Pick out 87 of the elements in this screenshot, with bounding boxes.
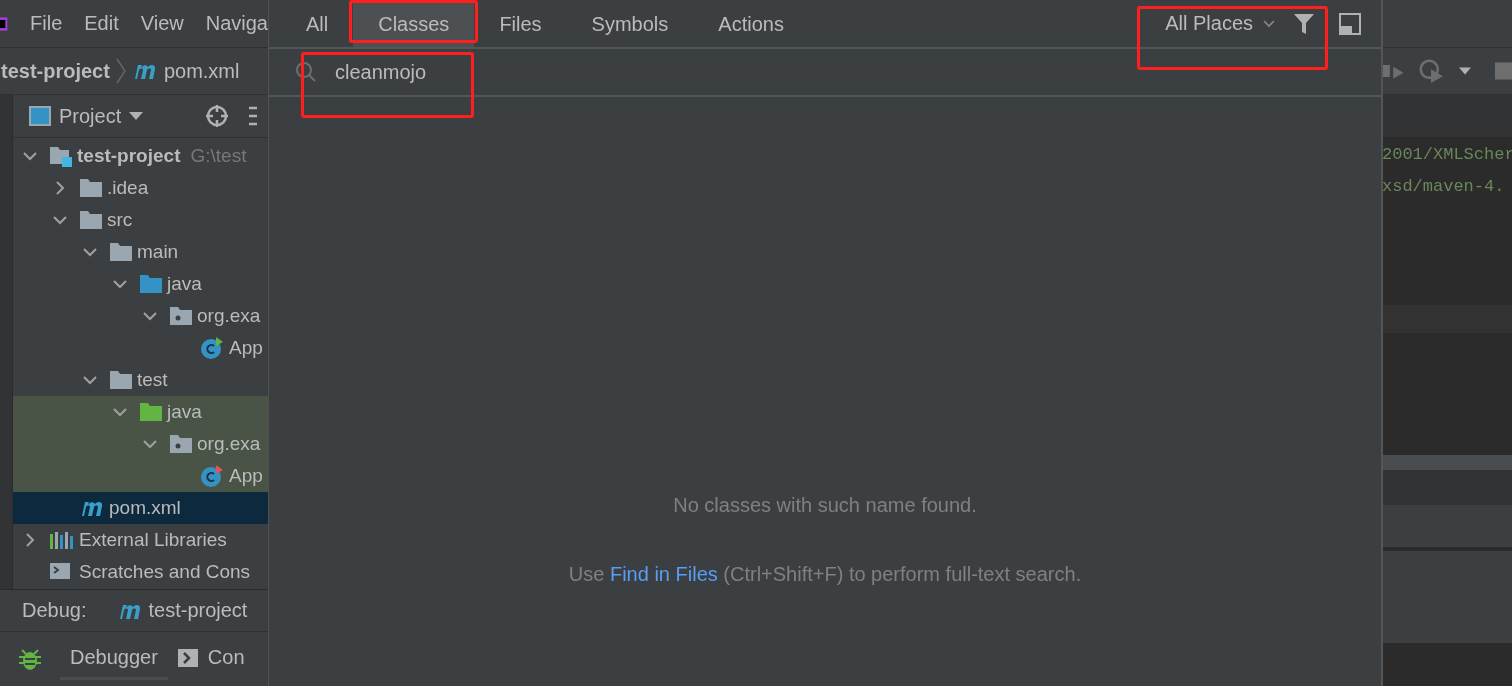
tree-row[interactable]: Scratches and Cons — [13, 556, 268, 588]
tree-item-label: main — [137, 241, 179, 263]
hint-text: Use Find in Files (Ctrl+Shift+F) to perform full-text search. — [568, 563, 1082, 586]
tree-row[interactable]: org.exa — [13, 300, 268, 332]
chevron-down-icon[interactable] — [143, 437, 157, 451]
folder-icon — [79, 178, 103, 198]
console-icon — [177, 648, 198, 667]
debug-label: Debug: — [22, 599, 87, 622]
tree-row[interactable]: java — [13, 268, 268, 300]
tree-item-label: java — [167, 273, 202, 295]
debug-tab[interactable]: Con — [167, 638, 255, 680]
chevron-right-icon — [115, 58, 126, 84]
module-icon — [49, 145, 73, 167]
chevron-down-icon[interactable] — [113, 405, 127, 419]
chevron-down-icon — [1263, 19, 1275, 28]
package-icon — [169, 306, 193, 326]
tree-row[interactable]: src — [13, 204, 268, 236]
tree-row[interactable]: App — [13, 460, 268, 492]
chevron-right-icon[interactable] — [53, 181, 67, 195]
preview-icon[interactable] — [1339, 12, 1361, 35]
tree-item-label: src — [107, 209, 133, 231]
collapse-icon[interactable] — [249, 105, 258, 127]
class-icon — [199, 336, 225, 360]
empty-message: No classes with such name found. — [673, 494, 977, 517]
caret-down-icon[interactable] — [129, 111, 144, 121]
tree-item-label: Scratches and Cons — [79, 561, 251, 583]
search-tab[interactable]: Files — [474, 2, 567, 47]
tree-item-label: org.exa — [197, 305, 261, 327]
tree-item-label: test-project — [77, 145, 181, 167]
window-icon — [29, 106, 51, 126]
panel-title[interactable]: Project — [59, 104, 122, 128]
scrollbar[interactable] — [1383, 455, 1512, 470]
folder-icon — [109, 370, 133, 390]
package-icon — [169, 434, 193, 454]
project-path: G:\test — [190, 145, 247, 167]
tree-item-label: test — [137, 369, 168, 391]
crosshair-icon[interactable] — [205, 104, 230, 128]
tree-row[interactable]: org.exa — [13, 428, 268, 460]
chevron-right-icon[interactable] — [23, 533, 37, 547]
tree-row[interactable]: test-project G:\test — [13, 140, 268, 172]
stop-icon[interactable] — [1494, 61, 1512, 81]
menu-item[interactable]: Edit — [84, 12, 119, 35]
search-icon — [295, 61, 317, 83]
chevron-down-icon[interactable] — [143, 309, 157, 323]
chevron-down-icon[interactable] — [23, 149, 37, 163]
folder-icon — [139, 274, 163, 294]
profile-run-icon[interactable] — [1419, 57, 1445, 85]
menu-item[interactable]: View — [140, 12, 184, 35]
find-in-files-link[interactable]: Find in Files — [609, 563, 718, 585]
tree-item-label: org.exa — [197, 433, 261, 455]
tree-item-label: App — [229, 465, 263, 487]
search-tab[interactable]: Actions — [693, 2, 809, 47]
debug-config[interactable]: test-project — [148, 599, 248, 622]
tree-item-label: External Libraries — [79, 529, 227, 551]
debug-tab[interactable]: Debugger — [60, 638, 168, 680]
code-line: xsd/maven-4. — [1383, 176, 1506, 198]
search-tab[interactable]: Symbols — [566, 2, 694, 47]
breadcrumb-item[interactable]: pom.xml — [163, 59, 240, 83]
libraries-icon — [49, 530, 75, 550]
scope-dropdown[interactable]: All Places — [1157, 12, 1275, 35]
menu-item[interactable]: File — [30, 12, 63, 35]
menu-item[interactable]: Naviga — [205, 12, 268, 35]
filter-icon[interactable] — [1293, 12, 1315, 35]
class-icon — [199, 464, 225, 488]
tree-row[interactable]: .idea — [13, 172, 268, 204]
bug-icon[interactable] — [19, 647, 41, 671]
chevron-down-icon[interactable] — [83, 245, 97, 259]
tree-item-label: App — [229, 337, 263, 359]
tree-row[interactable]: test — [13, 364, 268, 396]
tree-item-label: pom.xml — [109, 497, 181, 519]
tree-row[interactable]: java — [13, 396, 268, 428]
folder-icon — [139, 402, 163, 422]
folder-icon — [109, 242, 133, 262]
folder-icon — [79, 210, 103, 230]
chevron-down-icon[interactable] — [113, 277, 127, 291]
tree-row[interactable]: External Libraries — [13, 524, 268, 556]
chevron-down-icon[interactable] — [53, 213, 67, 227]
tree-item-label: .idea — [107, 177, 149, 199]
tree-row[interactable]: main — [13, 236, 268, 268]
tree-item-label: java — [167, 401, 202, 423]
breadcrumb-item[interactable]: test-project — [1, 59, 110, 83]
chevron-down-icon[interactable] — [83, 373, 97, 387]
caret-down-icon[interactable] — [1458, 66, 1471, 76]
tree-row[interactable]: pom.xml — [13, 492, 268, 524]
tree-row[interactable]: App — [13, 332, 268, 364]
search-field[interactable]: cleanmojo — [295, 49, 447, 95]
search-tab[interactable]: All — [281, 2, 354, 47]
